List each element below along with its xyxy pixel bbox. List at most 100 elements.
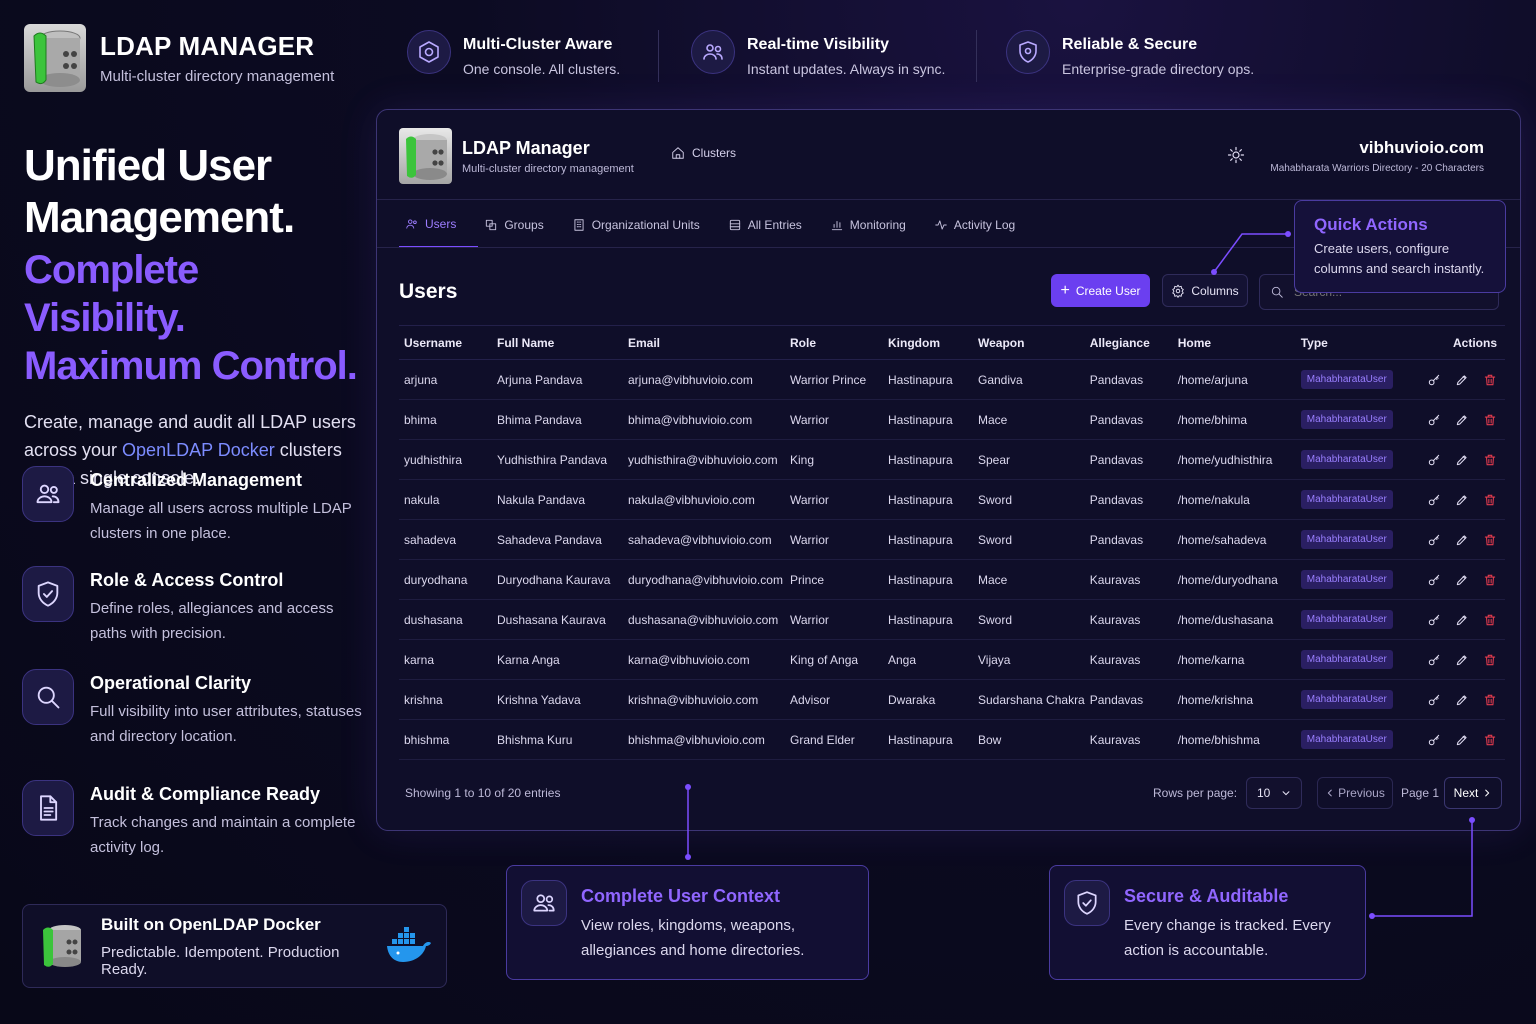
table-cell: Pandavas	[1084, 439, 1173, 480]
delete-icon[interactable]	[1483, 733, 1497, 747]
delete-icon[interactable]	[1483, 533, 1497, 547]
table-cell: Pandavas	[1084, 359, 1173, 400]
feature-text: Manage all users across multiple LDAP cl…	[90, 500, 352, 542]
shield-check-icon	[1064, 880, 1110, 926]
table-cell: Bhishma Kuru	[492, 719, 623, 760]
rows-per-page-select[interactable]: 10	[1246, 777, 1302, 809]
edit-icon[interactable]	[1455, 493, 1469, 507]
edit-icon[interactable]	[1455, 413, 1469, 427]
edit-icon[interactable]	[1455, 373, 1469, 387]
tab-activity-log[interactable]: Activity Log	[928, 202, 1037, 248]
actions-cell	[1403, 519, 1505, 560]
table-row[interactable]: dushasana Dushasana Kaurava dushasana@vibh…	[399, 599, 1505, 640]
key-icon[interactable]	[1427, 653, 1441, 667]
table-cell: Dushasana Kaurava	[492, 599, 623, 640]
edit-icon[interactable]	[1455, 733, 1469, 747]
table-cell: MahabharataUser	[1295, 679, 1404, 720]
edit-icon[interactable]	[1455, 653, 1469, 667]
delete-icon[interactable]	[1483, 493, 1497, 507]
key-icon[interactable]	[1427, 533, 1441, 547]
table-row[interactable]: duryodhana Duryodhana Kaurava duryodhana@v…	[399, 559, 1505, 600]
delete-icon[interactable]	[1483, 573, 1497, 587]
type-badge: MahabharataUser	[1300, 490, 1393, 509]
tab-groups[interactable]: Groups	[478, 202, 565, 248]
tab-all-entries[interactable]: All Entries	[722, 202, 824, 248]
table-cell: arjuna	[399, 359, 492, 400]
table-cell: Dwaraka	[883, 679, 973, 720]
tab-organizational-units[interactable]: Organizational Units	[566, 202, 722, 248]
column-header[interactable]: Allegiance	[1084, 325, 1173, 360]
type-badge: MahabharataUser	[1300, 450, 1393, 469]
secure-auditable-callout: Secure & Auditable Every change is track…	[1049, 865, 1366, 980]
edit-icon[interactable]	[1455, 573, 1469, 587]
table-row[interactable]: bhishma Bhishma Kuru bhishma@vibhuvioio.co…	[399, 719, 1505, 760]
table-row[interactable]: nakula Nakula Pandava nakula@vibhuvioio.co…	[399, 479, 1505, 520]
delete-icon[interactable]	[1483, 373, 1497, 387]
key-icon[interactable]	[1427, 573, 1441, 587]
delete-icon[interactable]	[1483, 693, 1497, 707]
table-cell: krishna	[399, 679, 492, 720]
key-icon[interactable]	[1427, 493, 1441, 507]
table-cell: Warrior	[785, 399, 883, 440]
column-header[interactable]: Role	[785, 325, 883, 360]
edit-icon[interactable]	[1455, 613, 1469, 627]
delete-icon[interactable]	[1483, 453, 1497, 467]
table-cell: Sword	[973, 519, 1085, 560]
table-row[interactable]: sahadeva Sahadeva Pandava sahadeva@vibhuvi…	[399, 519, 1505, 560]
edit-icon[interactable]	[1455, 693, 1469, 707]
table-cell: bhima	[399, 399, 492, 440]
callout-title: Quick Actions	[1314, 215, 1428, 234]
edit-icon[interactable]	[1455, 453, 1469, 467]
table-row[interactable]: arjuna Arjuna Pandava arjuna@vibhuvioio.co…	[399, 359, 1505, 400]
table-row[interactable]: karna Karna Anga karna@vibhuvioio.com King …	[399, 639, 1505, 680]
key-icon[interactable]	[1427, 453, 1441, 467]
delete-icon[interactable]	[1483, 653, 1497, 667]
edit-icon[interactable]	[1455, 533, 1469, 547]
users-icon	[22, 466, 74, 522]
column-header[interactable]: Kingdom	[883, 325, 973, 360]
table-cell: dushasana	[399, 599, 492, 640]
key-icon[interactable]	[1427, 373, 1441, 387]
actions-cell	[1403, 679, 1505, 720]
next-button[interactable]: Next	[1444, 777, 1502, 809]
row-actions	[1409, 573, 1505, 587]
theme-toggle-icon[interactable]	[1227, 146, 1245, 164]
key-icon[interactable]	[1427, 413, 1441, 427]
column-header[interactable]: Full Name	[492, 325, 623, 360]
nav-clusters[interactable]: Clusters	[671, 146, 736, 160]
table-cell: /home/nakula	[1172, 479, 1296, 520]
table-row[interactable]: krishna Krishna Yadava krishna@vibhuvioio.…	[399, 679, 1505, 720]
table-row[interactable]: bhima Bhima Pandava bhima@vibhuvioio.com Wa…	[399, 399, 1505, 440]
column-header[interactable]: Username	[399, 325, 492, 360]
hero: Unified User Management. Complete Visibil…	[24, 140, 364, 492]
columns-button[interactable]: Columns	[1162, 274, 1248, 307]
previous-button[interactable]: Previous	[1317, 777, 1393, 809]
row-actions	[1409, 373, 1505, 387]
column-header[interactable]: Home	[1172, 325, 1296, 360]
row-actions	[1409, 413, 1505, 427]
database-icon	[728, 218, 742, 232]
search-icon	[22, 669, 74, 725]
delete-icon[interactable]	[1483, 413, 1497, 427]
table-cell: MahabharataUser	[1295, 599, 1404, 640]
column-header[interactable]: Email	[623, 325, 785, 360]
tab-users[interactable]: Users	[399, 202, 479, 248]
key-icon[interactable]	[1427, 613, 1441, 627]
create-user-button[interactable]: + Create User	[1051, 274, 1150, 307]
feature-title: Audit & Compliance Ready	[90, 784, 321, 804]
tab-monitoring[interactable]: Monitoring	[824, 202, 928, 248]
table-cell: Prince	[785, 559, 883, 600]
openldap-link[interactable]: OpenLDAP Docker	[122, 440, 275, 460]
delete-icon[interactable]	[1483, 613, 1497, 627]
key-icon[interactable]	[1427, 693, 1441, 707]
table-cell: nakula@vibhuvioio.com	[623, 479, 785, 520]
column-header[interactable]: Type	[1295, 325, 1404, 360]
brand: LDAP MANAGER Multi-cluster directory man…	[24, 24, 334, 92]
column-header[interactable]: Weapon	[973, 325, 1085, 360]
type-badge: MahabharataUser	[1300, 650, 1393, 669]
hero-subheading: Complete Visibility. Maximum Control.	[24, 246, 364, 390]
table-row[interactable]: yudhisthira Yudhisthira Pandava yudhisthir…	[399, 439, 1505, 480]
tab-label: Organizational Units	[591, 218, 700, 232]
docker-whale-icon	[384, 926, 432, 966]
key-icon[interactable]	[1427, 733, 1441, 747]
